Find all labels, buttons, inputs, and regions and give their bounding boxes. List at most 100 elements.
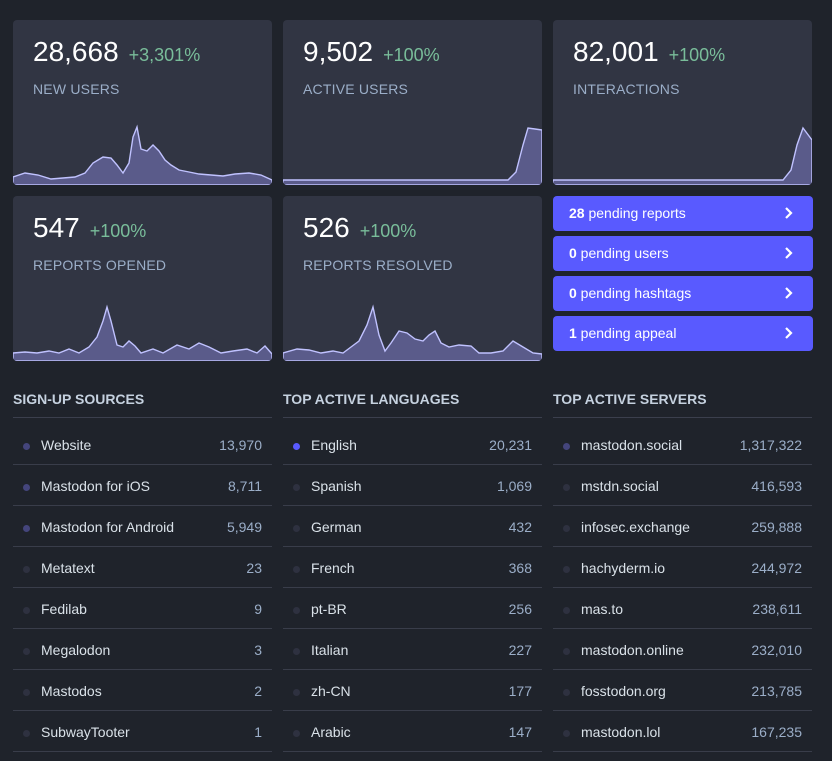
- metric-label: NEW USERS: [33, 81, 120, 97]
- metric-change: +100%: [359, 221, 417, 241]
- item-value: 2: [254, 683, 262, 699]
- item-name: infosec.exchange: [581, 519, 690, 535]
- dot-icon: [293, 484, 300, 491]
- item-name: German: [311, 519, 362, 535]
- item-value: 416,593: [751, 478, 802, 494]
- interactions-card[interactable]: 82,001 +100% INTERACTIONS: [553, 20, 812, 185]
- pending-label: pending appeal: [576, 325, 677, 341]
- item-name: mastodon.social: [581, 437, 683, 453]
- item-value: 147: [508, 724, 532, 740]
- dot-icon: [563, 566, 570, 573]
- pending-appeal-button[interactable]: 1 pending appeal: [553, 316, 813, 351]
- item-name: Fedilab: [41, 601, 87, 617]
- item-value: 432: [508, 519, 532, 535]
- list-item: fosstodon.org 213,785: [553, 670, 812, 711]
- metric-change: +100%: [383, 45, 440, 65]
- reports-opened-card[interactable]: 547 +100% REPORTS OPENED: [13, 196, 272, 361]
- item-value: 1,069: [496, 478, 532, 494]
- dot-icon: [563, 730, 570, 737]
- item-value: 1,317,322: [739, 437, 802, 453]
- item-value: 227: [508, 642, 532, 658]
- dot-icon: [23, 648, 30, 655]
- metric-value: 9,502 +100%: [303, 36, 440, 67]
- pending-count: 28: [569, 205, 585, 221]
- new-users-card[interactable]: 28,668 +3,301% NEW USERS: [13, 20, 272, 185]
- list-item: Italian 227: [283, 629, 542, 670]
- list-item: Mastodon for Android 5,949: [13, 506, 272, 547]
- item-name: Website: [41, 437, 92, 453]
- list-item: SubwayTooter 1: [13, 711, 272, 752]
- list-item: mastodon.social 1,317,322: [553, 424, 812, 465]
- dot-icon: [563, 443, 570, 450]
- metric-value: 82,001 +100%: [573, 36, 726, 67]
- list-item: hachyderm.io 244,972: [553, 547, 812, 588]
- item-name: Arabic: [311, 724, 351, 740]
- item-value: 8,711: [228, 478, 262, 494]
- pending-count: 0: [569, 245, 577, 261]
- item-value: 9: [254, 601, 262, 617]
- metric-change: +3,301%: [128, 45, 201, 65]
- pending-users-button[interactable]: 0 pending users: [553, 236, 813, 271]
- list-item: mastodon.lol 167,235: [553, 711, 812, 752]
- dot-icon: [293, 730, 300, 737]
- signup-sources-list: Website 13,970 Mastodon for iOS 8,711 Mastod…: [13, 418, 272, 752]
- chevron-right-icon: [785, 287, 793, 299]
- section-title: SIGN-UP SOURCES: [13, 389, 272, 418]
- signup-sources-section: SIGN-UP SOURCES Website 13,970 Mastodon fo…: [13, 389, 272, 752]
- item-value: 368: [508, 560, 532, 576]
- item-value: 5,949: [226, 519, 262, 535]
- item-value: 256: [508, 601, 532, 617]
- item-name: mstdn.social: [581, 478, 659, 494]
- dot-icon: [563, 607, 570, 614]
- reports-resolved-card[interactable]: 526 +100% REPORTS RESOLVED: [283, 196, 542, 361]
- list-item: infosec.exchange 259,888: [553, 506, 812, 547]
- item-value: 232,010: [751, 642, 802, 658]
- list-item: mastodon.online 232,010: [553, 629, 812, 670]
- metric-change: +100%: [668, 45, 726, 65]
- pending-reports-button[interactable]: 28 pending reports: [553, 196, 813, 231]
- list-item: pt-BR 256: [283, 588, 542, 629]
- list-item: English 20,231: [283, 424, 542, 465]
- pending-hashtags-button[interactable]: 0 pending hashtags: [553, 276, 813, 311]
- top-servers-section: TOP ACTIVE SERVERS mastodon.social 1,317,…: [553, 389, 812, 752]
- item-name: Mastodon for iOS: [41, 478, 150, 494]
- metric-value: 547 +100%: [33, 212, 147, 243]
- item-name: Italian: [311, 642, 349, 658]
- metric-value: 28,668 +3,301%: [33, 36, 201, 67]
- top-servers-list: mastodon.social 1,317,322 mstdn.social 416,…: [553, 418, 812, 752]
- item-name: French: [311, 560, 355, 576]
- item-name: Spanish: [311, 478, 362, 494]
- list-item: mas.to 238,611: [553, 588, 812, 629]
- list-item: Mastodon for iOS 8,711: [13, 465, 272, 506]
- item-value: 238,611: [752, 601, 802, 617]
- item-name: pt-BR: [311, 601, 347, 617]
- list-item: French 368: [283, 547, 542, 588]
- item-value: 23: [246, 560, 262, 576]
- dot-icon: [293, 689, 300, 696]
- item-value: 1: [254, 724, 262, 740]
- dot-icon: [563, 484, 570, 491]
- dot-icon: [23, 566, 30, 573]
- pending-count: 1: [569, 325, 577, 341]
- list-item: Arabic 147: [283, 711, 542, 752]
- dot-icon: [23, 525, 30, 532]
- active-users-card[interactable]: 9,502 +100% ACTIVE USERS: [283, 20, 542, 185]
- list-item: Spanish 1,069: [283, 465, 542, 506]
- item-value: 177: [508, 683, 532, 699]
- item-name: zh-CN: [311, 683, 351, 699]
- metric-label: REPORTS OPENED: [33, 257, 167, 273]
- item-name: English: [311, 437, 357, 453]
- item-value: 259,888: [751, 519, 802, 535]
- dot-icon: [293, 566, 300, 573]
- item-name: SubwayTooter: [41, 724, 130, 740]
- pending-label: pending reports: [584, 205, 686, 221]
- pending-label: pending hashtags: [576, 285, 692, 301]
- list-item: mstdn.social 416,593: [553, 465, 812, 506]
- dot-icon: [293, 443, 300, 450]
- item-name: fosstodon.org: [581, 683, 666, 699]
- item-name: Metatext: [41, 560, 95, 576]
- metric-value: 526 +100%: [303, 212, 417, 243]
- pending-label: pending users: [576, 245, 669, 261]
- pending-count: 0: [569, 285, 577, 301]
- dot-icon: [563, 525, 570, 532]
